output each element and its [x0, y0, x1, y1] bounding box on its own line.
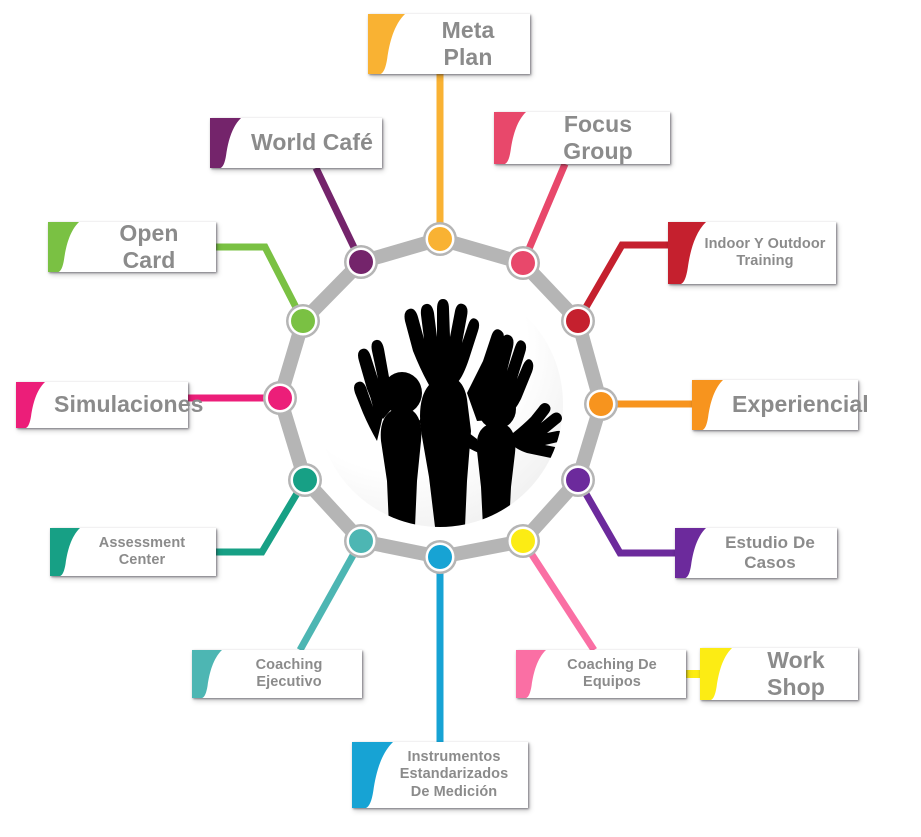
- node-dot-focus-group[interactable]: [511, 251, 535, 275]
- label-card-indoor-outdoor-training[interactable]: Indoor Y Outdoor Training: [668, 222, 836, 284]
- connector-indoor-outdoor-training: [574, 241, 668, 323]
- label-card-coaching-de-equipos[interactable]: Coaching De Equipos: [516, 650, 686, 698]
- connector-open-card: [216, 243, 307, 323]
- label-card-estudio-de-casos[interactable]: Estudio De Casos: [675, 528, 837, 578]
- label-text-indoor-outdoor-training: Indoor Y Outdoor Training: [704, 235, 826, 269]
- node-dot-instrumentos-estandarizados[interactable]: [428, 545, 452, 569]
- label-card-world-cafe[interactable]: World Café: [210, 118, 382, 168]
- node-dot-open-card[interactable]: [291, 309, 315, 333]
- node-dot-experiencial[interactable]: [589, 392, 613, 416]
- connector-coaching-de-equipos: [520, 539, 597, 652]
- label-card-assessment-center[interactable]: Assessment Center: [50, 528, 216, 576]
- connector-estudio-de-casos: [574, 478, 675, 557]
- label-card-open-card[interactable]: Open Card: [48, 219, 216, 273]
- label-card-instrumentos-estandarizados[interactable]: Instrumentos Estandarizados De Medición: [352, 742, 528, 808]
- label-text-assessment-center: Assessment Center: [98, 534, 186, 568]
- diagram-canvas: Meta Plan Focus Group Indoor Y Outdoor Tra…: [0, 0, 921, 837]
- label-text-meta-plan: Meta Plan: [441, 16, 495, 70]
- connector-assessment-center: [216, 478, 309, 556]
- label-card-work-shop[interactable]: Work Shop: [700, 646, 858, 700]
- label-card-meta-plan[interactable]: Meta Plan: [368, 14, 530, 74]
- node-dot-meta-plan[interactable]: [428, 227, 452, 251]
- node-dot-coaching-ejecutivo[interactable]: [349, 529, 373, 553]
- label-card-coaching-ejecutivo[interactable]: Coaching Ejecutivo: [192, 650, 362, 698]
- label-text-open-card: Open Card: [119, 219, 179, 273]
- label-text-world-cafe: World Café: [251, 129, 373, 156]
- label-text-focus-group: Focus Group: [563, 110, 633, 164]
- label-text-simulaciones: Simulaciones: [54, 391, 204, 418]
- label-text-coaching-de-equipos: Coaching De Equipos: [567, 656, 657, 690]
- label-card-simulaciones[interactable]: Simulaciones: [16, 382, 204, 428]
- label-text-instrumentos-estandarizados: Instrumentos Estandarizados De Medición: [399, 749, 509, 800]
- node-dot-indoor-outdoor-training[interactable]: [566, 309, 590, 333]
- label-card-experiencial[interactable]: Experiencial: [692, 380, 869, 430]
- center-photo: [317, 281, 563, 527]
- node-dot-work-shop[interactable]: [511, 529, 535, 553]
- label-text-coaching-ejecutivo: Coaching Ejecutivo: [255, 656, 323, 690]
- label-text-estudio-de-casos: Estudio De Casos: [725, 532, 815, 572]
- node-dot-world-cafe[interactable]: [349, 250, 373, 274]
- label-text-work-shop: Work Shop: [767, 646, 825, 700]
- label-text-experiencial: Experiencial: [732, 391, 869, 418]
- node-dot-assessment-center[interactable]: [293, 468, 317, 492]
- crowd-silhouette-icon: [354, 299, 563, 527]
- connector-coaching-ejecutivo: [296, 539, 365, 652]
- node-dot-estudio-de-casos[interactable]: [566, 468, 590, 492]
- node-dot-simulaciones[interactable]: [268, 386, 292, 410]
- label-card-focus-group[interactable]: Focus Group: [494, 110, 670, 164]
